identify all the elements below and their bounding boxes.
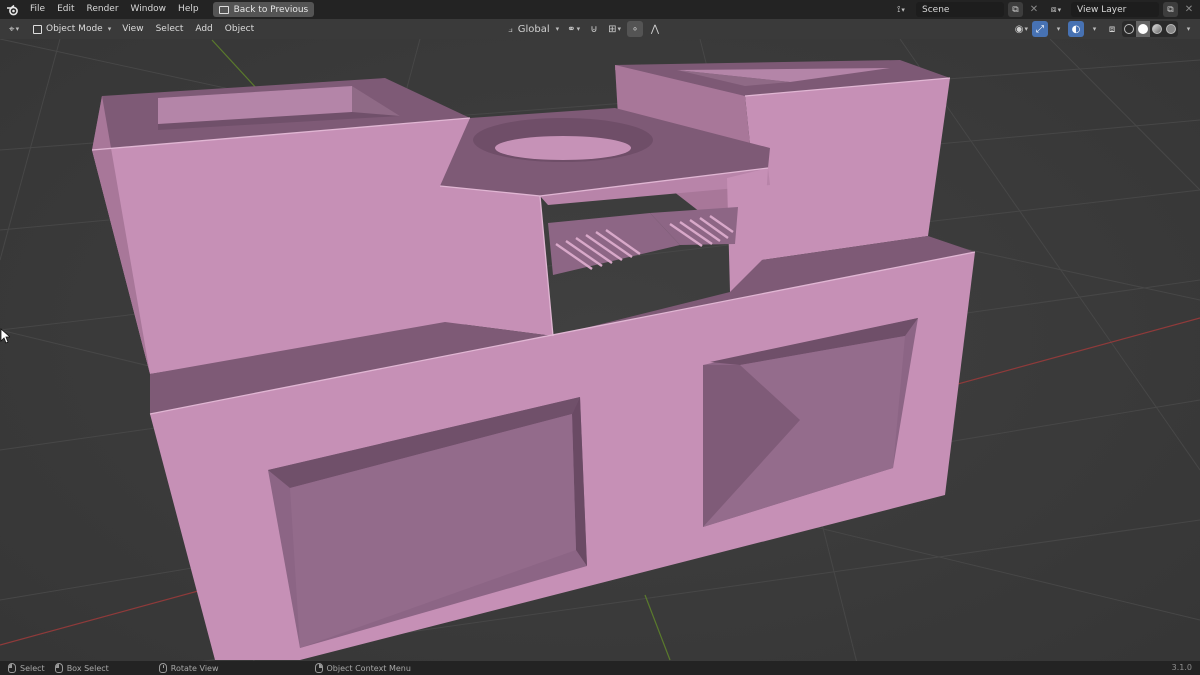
chevron-down-icon: ▾ xyxy=(107,25,112,33)
menu-edit[interactable]: Edit xyxy=(51,0,80,19)
status-bar: Select Box Select Rotate View Object Con… xyxy=(0,661,1200,675)
menu-select[interactable]: Select xyxy=(150,24,190,34)
menu-window[interactable]: Window xyxy=(125,0,173,19)
view-layer-name: View Layer xyxy=(1077,4,1127,15)
transform-orientation-label: Global xyxy=(517,23,550,35)
mouse-cursor-icon xyxy=(0,328,10,344)
rendered-shading-icon[interactable] xyxy=(1164,21,1178,37)
version-label: 3.1.0 xyxy=(1171,663,1192,672)
back-to-previous-button[interactable]: Back to Previous xyxy=(212,2,315,17)
status-context-menu: Object Context Menu xyxy=(314,663,411,673)
overlay-icon[interactable]: ◐ xyxy=(1068,21,1084,37)
status-rotate-view: Rotate View xyxy=(158,663,219,673)
left-mouse-drag-icon xyxy=(54,663,63,673)
proportional-editing-icon[interactable]: ∘ xyxy=(626,21,643,37)
status-context-menu-label: Object Context Menu xyxy=(326,663,411,673)
status-box-select: Box Select xyxy=(54,663,109,673)
menu-help[interactable]: Help xyxy=(172,0,205,19)
status-select: Select xyxy=(8,663,45,673)
shading-mode-group xyxy=(1122,21,1178,37)
right-mouse-icon xyxy=(314,663,323,673)
menu-view[interactable]: View xyxy=(116,24,149,34)
magnet-icon[interactable]: ⊍ xyxy=(586,21,602,37)
wireframe-shading-icon[interactable] xyxy=(1122,21,1136,37)
3d-viewport[interactable] xyxy=(0,39,1200,661)
xray-icon[interactable]: ⧈ xyxy=(1104,21,1120,37)
menu-render[interactable]: Render xyxy=(81,0,125,19)
status-rotate-view-label: Rotate View xyxy=(170,663,219,673)
snap-target-icon[interactable]: ⊞ ▾ xyxy=(606,21,623,37)
new-view-layer-icon[interactable]: ⧉ xyxy=(1163,2,1178,17)
viewport-header: ⌖ ▾ Object Mode ▾ View Select Add Object … xyxy=(0,19,1200,39)
object-mode-label: Object Mode xyxy=(46,24,103,34)
view3d-editor-icon[interactable]: ⌖ ▾ xyxy=(0,19,28,39)
new-scene-icon[interactable]: ⧉ xyxy=(1008,2,1023,17)
solid-shading-icon[interactable] xyxy=(1136,21,1150,37)
scene-name: Scene xyxy=(922,4,950,15)
blender-logo-icon[interactable] xyxy=(0,0,24,19)
eye-icon[interactable]: ◉ ▾ xyxy=(1013,21,1030,37)
left-mouse-icon xyxy=(8,663,16,673)
scene-name-field[interactable]: Scene xyxy=(916,2,1004,17)
object-mode-icon xyxy=(33,24,42,34)
scene-selector-icon[interactable]: ⟟ ▾ xyxy=(890,2,912,17)
menu-object[interactable]: Object xyxy=(219,24,260,34)
falloff-icon[interactable]: ⋀ xyxy=(647,21,663,37)
orientation-icon: ⟓ xyxy=(508,23,513,35)
delete-view-layer-icon[interactable]: ✕ xyxy=(1182,2,1196,17)
pivot-point-icon[interactable]: ⚭ ▾ xyxy=(565,21,582,37)
object-mode-dropdown[interactable]: Object Mode ▾ xyxy=(28,21,116,37)
delete-scene-icon[interactable]: ✕ xyxy=(1027,2,1041,17)
middle-mouse-icon xyxy=(158,663,167,673)
gizmo-dropdown-icon[interactable]: ▾ xyxy=(1050,21,1066,37)
viewport-scene xyxy=(0,39,1200,661)
shading-options-icon[interactable]: ▾ xyxy=(1180,21,1196,37)
gizmo-icon[interactable]: ⤢ xyxy=(1032,21,1048,37)
menu-add[interactable]: Add xyxy=(189,24,218,34)
overlay-dropdown-icon[interactable]: ▾ xyxy=(1086,21,1102,37)
menu-file[interactable]: File xyxy=(24,0,51,19)
fullscreen-back-icon xyxy=(218,5,229,14)
material-shading-icon[interactable] xyxy=(1150,21,1164,37)
status-select-label: Select xyxy=(20,663,45,673)
view-layer-field[interactable]: View Layer xyxy=(1071,2,1159,17)
status-box-select-label: Box Select xyxy=(66,663,109,673)
transform-orientation-dropdown[interactable]: ⟓ Global ▾ xyxy=(506,21,561,37)
top-menu-bar: File Edit Render Window Help Back to Pre… xyxy=(0,0,1200,19)
back-to-previous-label: Back to Previous xyxy=(233,4,309,15)
view-layer-selector-icon[interactable]: ⧈ ▾ xyxy=(1045,2,1067,17)
